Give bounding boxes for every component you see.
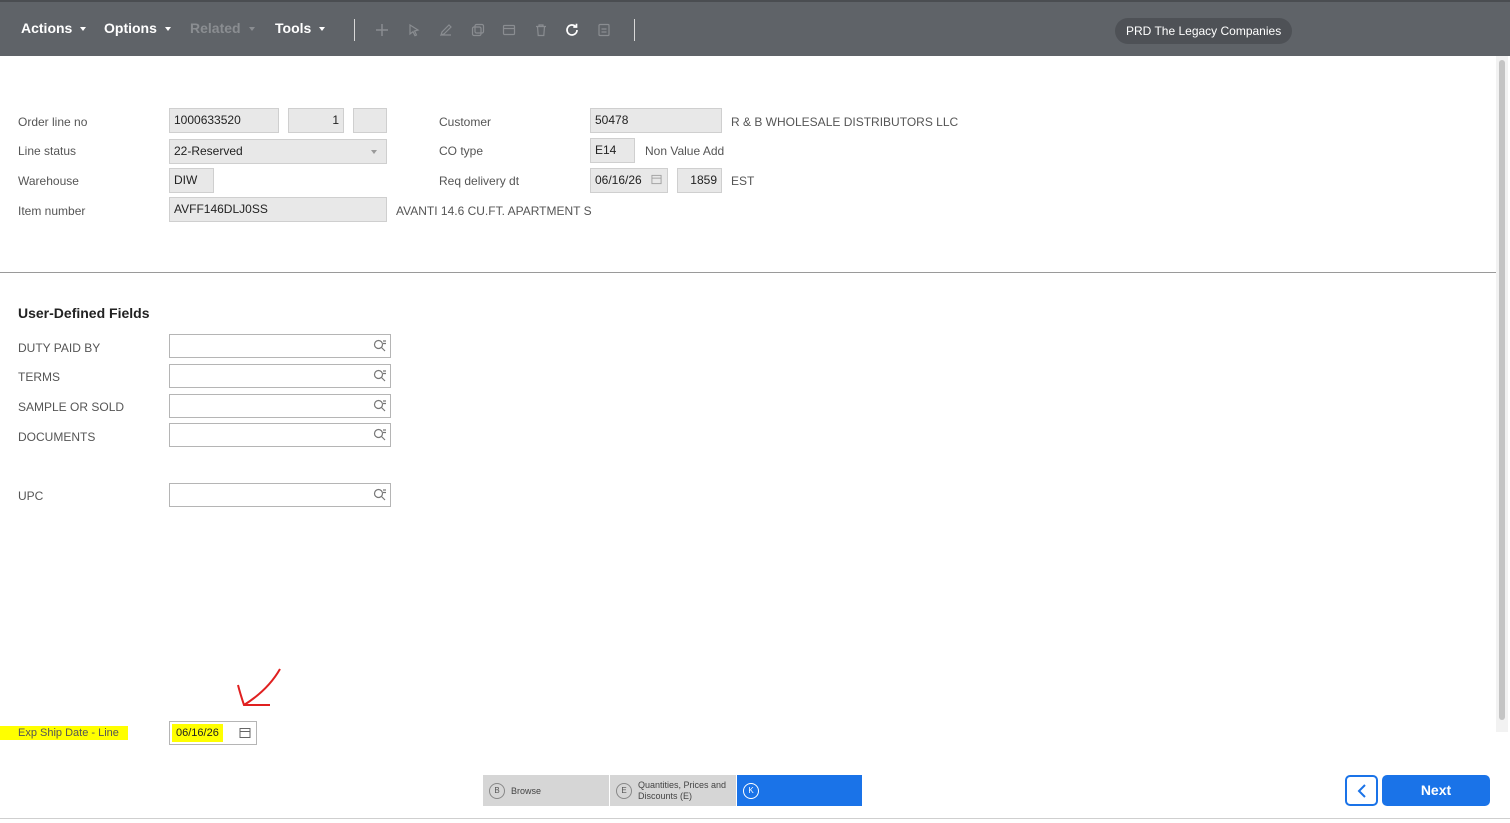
req-delivery-date-value: 06/16/26 (595, 173, 642, 187)
chevron-down-icon (248, 27, 255, 31)
actions-menu[interactable]: Actions (21, 20, 87, 36)
bottom-border (0, 818, 1510, 819)
annotation-arrow (237, 668, 281, 706)
tab-quantities-prices-discounts[interactable]: E Quantities, Prices and Discounts (E) (610, 775, 736, 806)
line-status-label: Line status (18, 144, 77, 158)
toolbar-divider (634, 19, 635, 41)
edit-icon (437, 21, 455, 39)
line-status-value: 22-Reserved (174, 144, 243, 158)
order-number-field: 1000633520 (169, 108, 279, 133)
udf-section-title: User-Defined Fields (18, 305, 150, 321)
tab-quantities-label: Quantities, Prices and Discounts (E) (638, 779, 727, 801)
search-icon[interactable] (373, 488, 387, 502)
line-status-select: 22-Reserved (169, 139, 387, 164)
upc-label: UPC (18, 489, 44, 503)
req-delivery-label: Req delivery dt (439, 174, 520, 188)
sample-or-sold-input[interactable] (169, 394, 391, 418)
chevron-down-icon (371, 150, 377, 154)
exp-ship-date-value[interactable]: 06/16/26 (172, 724, 223, 742)
line-suffix-field (353, 108, 387, 133)
form-icon (595, 21, 613, 39)
chevron-left-icon (1357, 783, 1366, 798)
warehouse-label: Warehouse (18, 174, 79, 188)
item-number-label: Item number (18, 204, 86, 218)
warehouse-field: DIW (169, 168, 214, 193)
search-icon[interactable] (373, 428, 387, 442)
tab-active-k[interactable]: K (737, 775, 862, 806)
related-menu-label: Related (190, 20, 241, 36)
req-delivery-timezone: EST (731, 174, 755, 188)
req-delivery-date-field: 06/16/26 (590, 168, 668, 193)
next-button[interactable]: Next (1382, 775, 1490, 806)
chevron-down-icon (319, 27, 326, 31)
tab-key-badge: E (616, 782, 632, 799)
chevron-down-icon (164, 27, 171, 31)
co-type-label: CO type (439, 144, 484, 158)
upc-input[interactable] (169, 483, 391, 507)
tab-key-badge: B (489, 782, 505, 799)
calendar-icon[interactable] (239, 727, 251, 739)
terms-label: TERMS (18, 370, 60, 384)
item-description: AVANTI 14.6 CU.FT. APARTMENT S (396, 204, 592, 218)
item-number-field: AVFF146DLJ0SS (169, 197, 387, 222)
environment-badge[interactable]: PRD The Legacy Companies (1115, 18, 1293, 44)
search-icon[interactable] (373, 369, 387, 383)
window-icon (500, 21, 518, 39)
actions-menu-label: Actions (21, 20, 73, 36)
add-icon (373, 21, 391, 39)
copy-icon (469, 21, 487, 39)
chevron-down-icon (80, 27, 87, 31)
req-delivery-time-field: 1859 (677, 168, 722, 193)
calendar-icon (651, 174, 662, 185)
options-menu-label: Options (104, 20, 157, 36)
exp-ship-date-label: Exp Ship Date - Line (0, 726, 128, 740)
search-icon[interactable] (373, 339, 387, 353)
toolbar-divider (354, 19, 355, 41)
related-menu: Related (190, 20, 255, 36)
tab-browse-label: Browse (511, 785, 542, 796)
tab-browse[interactable]: B Browse (483, 775, 609, 806)
scrollbar-thumb[interactable] (1499, 60, 1505, 720)
tools-menu[interactable]: Tools (275, 20, 326, 36)
duty-paid-by-label: DUTY PAID BY (18, 341, 101, 355)
documents-input[interactable] (169, 423, 391, 447)
tools-menu-label: Tools (275, 20, 312, 36)
top-toolbar: Actions Options Related Tools PRD The Le… (0, 0, 1510, 56)
tab-key-badge: K (743, 782, 759, 799)
terms-input[interactable] (169, 364, 391, 388)
vertical-scrollbar[interactable] (1496, 56, 1508, 732)
documents-label: DOCUMENTS (18, 430, 96, 444)
order-line-no-label: Order line no (18, 115, 88, 129)
customer-field: 50478 (590, 108, 722, 133)
refresh-icon[interactable] (563, 21, 581, 39)
delete-icon (532, 21, 550, 39)
back-button[interactable] (1345, 775, 1378, 806)
exp-ship-date-input[interactable]: 06/16/26 (169, 721, 257, 745)
customer-label: Customer (439, 115, 492, 129)
co-type-field: E14 (590, 138, 635, 163)
search-icon[interactable] (373, 399, 387, 413)
customer-name: R & B WHOLESALE DISTRIBUTORS LLC (731, 115, 959, 129)
cursor-icon (405, 21, 423, 39)
co-type-description: Non Value Add (645, 144, 725, 158)
duty-paid-by-input[interactable] (169, 334, 391, 358)
section-divider (0, 272, 1496, 273)
line-number-field: 1 (288, 108, 344, 133)
options-menu[interactable]: Options (104, 20, 171, 36)
sample-or-sold-label: SAMPLE OR SOLD (18, 400, 125, 414)
